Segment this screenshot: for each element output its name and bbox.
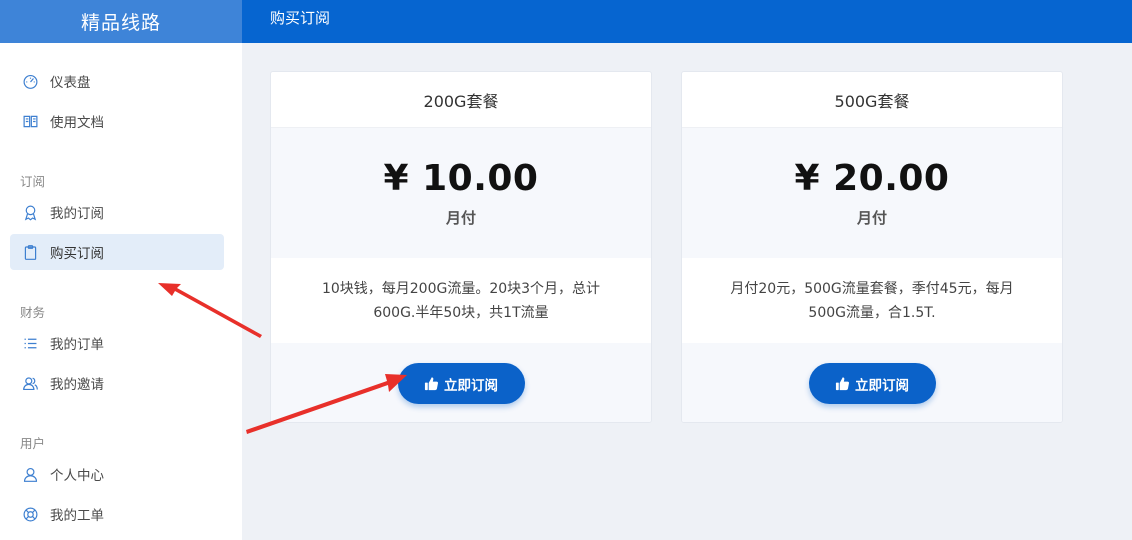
sidebar-item-label: 仪表盘 bbox=[50, 75, 91, 91]
plan-description: 10块钱，每月200G流量。20块3个月，总计600G.半年50块，共1T流量 bbox=[271, 258, 651, 343]
plan-price: ¥ 20.00 bbox=[794, 158, 950, 199]
clipboard-icon bbox=[20, 242, 40, 262]
sidebar-item-tickets[interactable]: 我的工单 bbox=[10, 496, 224, 532]
price-block: ¥ 20.00 月付 bbox=[682, 128, 1062, 258]
sidebar-item-docs[interactable]: 使用文档 bbox=[10, 103, 224, 139]
plan-name: 200G套餐 bbox=[271, 72, 651, 128]
sidebar-item-my-subscription[interactable]: 我的订阅 bbox=[10, 194, 224, 230]
plan-description-text: 月付20元，500G流量套餐，季付45元，每月500G流量，合1.5T. bbox=[730, 280, 1014, 321]
subscribe-button[interactable]: 立即订阅 bbox=[397, 363, 525, 404]
lifebuoy-icon bbox=[20, 504, 40, 524]
sidebar-item-label: 我的邀请 bbox=[50, 377, 104, 393]
plan-price: ¥ 10.00 bbox=[383, 158, 539, 199]
sidebar-item-label: 使用文档 bbox=[50, 115, 104, 131]
section-label-finance: 财务 bbox=[20, 305, 46, 320]
section-label-user: 用户 bbox=[20, 436, 46, 451]
plan-card-500g: 500G套餐 ¥ 20.00 月付 月付20元，500G流量套餐，季付45元，每… bbox=[681, 71, 1063, 423]
sidebar-item-dashboard[interactable]: 仪表盘 bbox=[10, 63, 224, 99]
sidebar-item-profile[interactable]: 个人中心 bbox=[10, 456, 224, 492]
subscribe-button[interactable]: 立即订阅 bbox=[808, 363, 936, 404]
sidebar-item-my-orders[interactable]: 我的订单 bbox=[10, 325, 224, 361]
list-icon bbox=[20, 333, 40, 353]
sidebar-item-label: 购买订阅 bbox=[50, 246, 104, 262]
plan-description-text: 10块钱，每月200G流量。20块3个月，总计600G.半年50块，共1T流量 bbox=[321, 280, 601, 321]
brand-logo[interactable]: 精品线路 bbox=[0, 0, 242, 43]
user-icon bbox=[20, 464, 40, 484]
plan-name: 500G套餐 bbox=[682, 72, 1062, 128]
dashboard-icon bbox=[20, 71, 40, 91]
thumbs-up-icon bbox=[835, 377, 850, 391]
sidebar-item-my-invites[interactable]: 我的邀请 bbox=[10, 365, 224, 401]
sidebar-item-label: 我的订阅 bbox=[50, 206, 104, 222]
plan-card-200g: 200G套餐 ¥ 10.00 月付 10块钱，每月200G流量。20块3个月，总… bbox=[270, 71, 652, 423]
action-block: 立即订阅 bbox=[271, 343, 651, 422]
top-header: 精品线路 购买订阅 bbox=[0, 0, 1132, 43]
sidebar: 仪表盘 使用文档 订阅 我的订阅 购买订阅 财务 我的订单 我的邀请 用户 个人… bbox=[0, 43, 242, 540]
book-icon bbox=[20, 111, 40, 131]
badge-icon bbox=[20, 202, 40, 222]
sidebar-item-label: 我的订单 bbox=[50, 337, 104, 353]
subscribe-button-label: 立即订阅 bbox=[855, 377, 909, 394]
plan-description: 月付20元，500G流量套餐，季付45元，每月500G流量，合1.5T. bbox=[682, 258, 1062, 343]
price-block: ¥ 10.00 月付 bbox=[271, 128, 651, 258]
users-icon bbox=[20, 373, 40, 393]
plan-period: 月付 bbox=[856, 209, 887, 227]
page-title: 购买订阅 bbox=[270, 9, 331, 27]
action-block: 立即订阅 bbox=[682, 343, 1062, 422]
section-label-subscription: 订阅 bbox=[20, 174, 46, 189]
sidebar-item-label: 我的工单 bbox=[50, 508, 104, 524]
sidebar-item-label: 个人中心 bbox=[50, 468, 104, 484]
plan-period: 月付 bbox=[445, 209, 476, 227]
sidebar-item-buy-subscription[interactable]: 购买订阅 bbox=[10, 234, 224, 270]
thumbs-up-icon bbox=[424, 377, 439, 391]
subscribe-button-label: 立即订阅 bbox=[444, 377, 498, 394]
